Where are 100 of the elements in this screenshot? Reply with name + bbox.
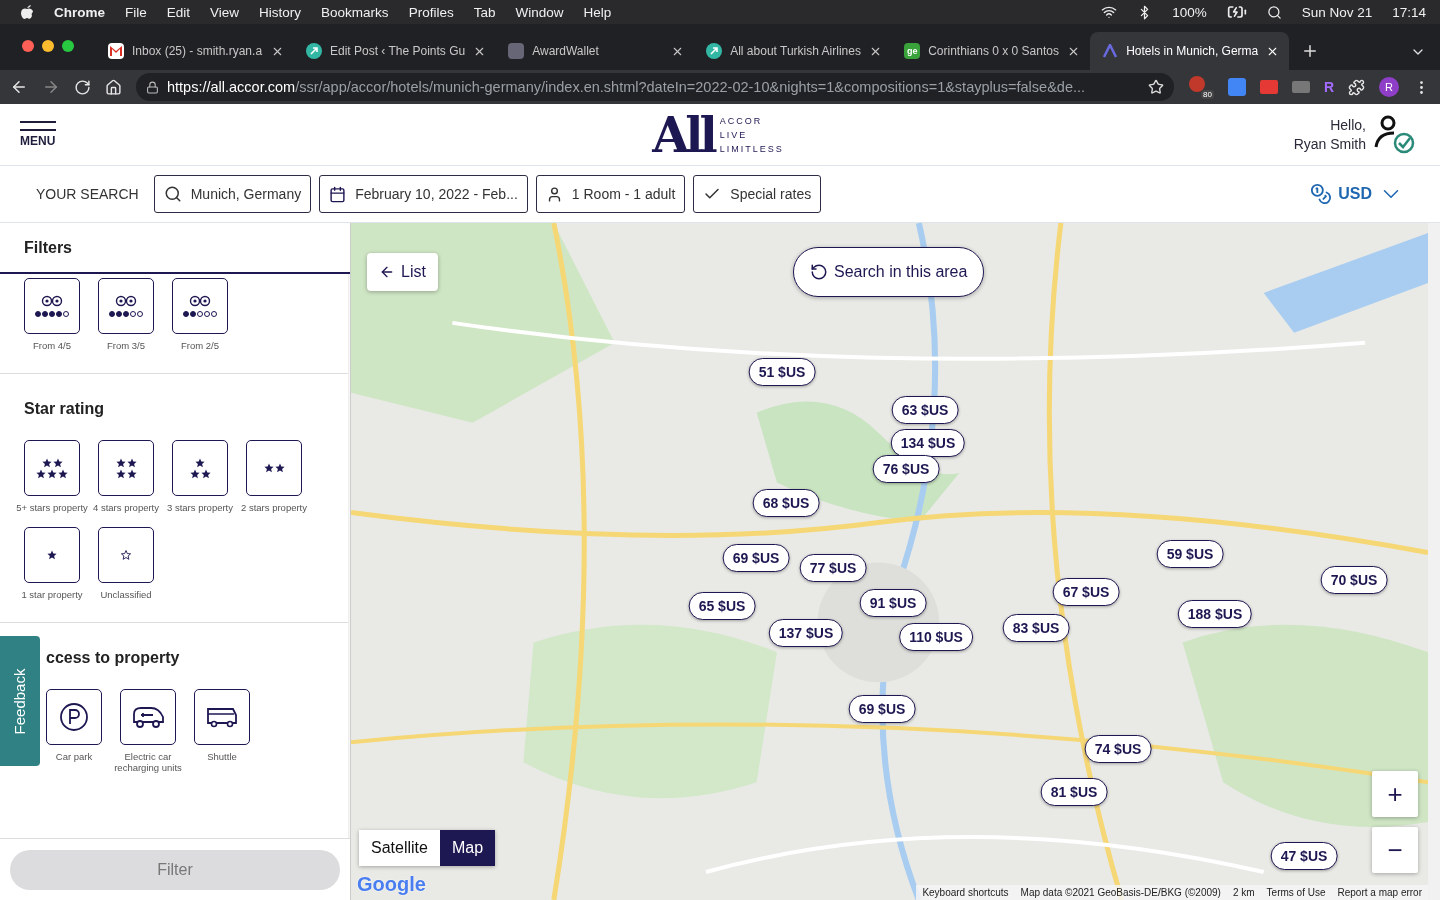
app-menu[interactable]: Chrome — [54, 4, 105, 20]
option-label: 4 stars property — [92, 502, 160, 513]
search-area-button[interactable]: Search in this area — [793, 247, 985, 297]
dates-field[interactable]: February 10, 2022 - Feb... — [319, 175, 528, 213]
bookmark-star-icon[interactable] — [1147, 79, 1164, 95]
back-icon[interactable] — [10, 78, 28, 96]
option-label: Electric car recharging units — [113, 751, 183, 773]
map-link[interactable]: Report a map error — [1337, 887, 1422, 898]
option-label: Shuttle — [206, 751, 238, 762]
star-filter-button[interactable] — [24, 527, 80, 583]
option-label: Car park — [54, 751, 94, 762]
map-type-button[interactable]: Satellite — [359, 830, 440, 866]
option-label: 3 stars property — [166, 502, 234, 513]
price-marker[interactable]: 67 $US — [1052, 578, 1120, 606]
price-marker[interactable]: 137 $US — [768, 619, 844, 647]
price-marker[interactable]: 81 $US — [1040, 778, 1108, 806]
section-title: ccess to property — [46, 649, 181, 667]
price-marker[interactable]: 47 $US — [1270, 842, 1338, 870]
map-type-button[interactable]: Map — [439, 830, 496, 866]
star-filter-button[interactable] — [172, 440, 228, 496]
wifi-icon[interactable] — [1101, 4, 1118, 20]
price-marker[interactable]: 188 $US — [1177, 600, 1253, 628]
option-label: Unclassified — [99, 589, 153, 600]
special-rates-button[interactable]: Special rates — [693, 175, 822, 213]
coins-icon — [1310, 183, 1333, 205]
menu-item[interactable]: View — [210, 4, 240, 20]
greeting-text: Hello, — [1330, 115, 1366, 135]
price-marker[interactable]: 110 $US — [899, 623, 973, 651]
zoom-window-icon[interactable] — [62, 40, 74, 52]
extension-icon[interactable] — [1259, 80, 1278, 94]
apple-icon[interactable] — [20, 4, 34, 20]
map-link[interactable]: Terms of Use — [1266, 887, 1326, 898]
access-filter-button[interactable] — [194, 689, 250, 745]
list-button[interactable]: List — [367, 253, 438, 291]
menu-item[interactable]: History — [259, 4, 302, 20]
zoom-out-button[interactable]: − — [1372, 827, 1418, 873]
star-filter-button[interactable] — [98, 527, 154, 583]
zoom-in-button[interactable]: + — [1372, 771, 1418, 817]
menu-item[interactable]: Window — [515, 4, 564, 20]
review-filter-button[interactable] — [24, 278, 80, 334]
browser-tab[interactable]: Hotels in Munich, Germa — [1090, 32, 1290, 70]
browser-tab[interactable]: Edit Post ‹ The Points Gu — [294, 32, 497, 70]
price-marker[interactable]: 74 $US — [1084, 735, 1152, 763]
map-attribution: 2 km — [1232, 887, 1255, 898]
browser-tab[interactable]: All about Turkish Airlines — [694, 32, 893, 70]
address-bar[interactable]: https://all.accor.com/ssr/app/accor/hotels/munich-germany/index.en.shtml?dateIn=2022-02-10&nights=1&compositions=1&stayplus=false&de... — [136, 73, 1174, 101]
menu-item[interactable]: Profiles — [408, 4, 454, 20]
menu-clock: 17:14 — [1392, 4, 1426, 20]
price-marker[interactable]: 69 $US — [722, 544, 790, 572]
forward-icon[interactable] — [42, 78, 60, 96]
star-filter-button[interactable] — [98, 440, 154, 496]
menu-item[interactable]: Edit — [166, 4, 191, 20]
price-marker[interactable]: 76 $US — [872, 455, 940, 483]
section-title: Star rating — [24, 400, 105, 418]
feedback-tab[interactable]: Feedback — [0, 636, 40, 766]
home-icon[interactable] — [105, 78, 122, 96]
price-marker[interactable]: 65 $US — [688, 592, 756, 620]
wallet-icon — [508, 43, 525, 59]
guests-field[interactable]: 1 Room - 1 adult — [535, 175, 686, 213]
price-marker[interactable]: 68 $US — [752, 489, 820, 517]
search-icon[interactable] — [1266, 4, 1282, 20]
price-marker[interactable]: 63 $US — [891, 396, 959, 424]
price-marker[interactable]: 77 $US — [799, 554, 867, 582]
reload-icon[interactable] — [74, 78, 91, 96]
access-filter-button[interactable] — [46, 689, 102, 745]
close-window-icon[interactable] — [22, 40, 34, 52]
menu-item[interactable]: File — [125, 4, 147, 20]
star-filter-button[interactable] — [246, 440, 302, 496]
star-filter-button[interactable] — [24, 440, 80, 496]
price-marker[interactable]: 91 $US — [859, 589, 927, 617]
price-marker[interactable]: 59 $US — [1156, 540, 1224, 568]
access-filter-button[interactable] — [120, 689, 176, 745]
price-marker[interactable]: 69 $US — [848, 695, 916, 723]
user-name[interactable]: Ryan Smith — [1293, 134, 1366, 154]
price-marker[interactable]: 51 $US — [748, 358, 816, 386]
electric-car-icon — [131, 705, 165, 729]
menu-button[interactable]: MENU — [20, 121, 56, 148]
destination-field[interactable]: Munich, Germany — [153, 175, 312, 213]
option-label: From 4/5 — [32, 340, 72, 351]
user-check-icon[interactable] — [1372, 114, 1416, 155]
browser-tab[interactable]: ge Corinthians 0 x 0 Santos — [892, 32, 1091, 70]
review-filter-button[interactable] — [98, 278, 154, 334]
minimize-window-icon[interactable] — [42, 40, 54, 52]
currency-selector[interactable]: USD — [1304, 180, 1410, 208]
browser-tab[interactable]: Inbox (25) - smith.ryan.a — [96, 32, 294, 70]
extension-icon[interactable] — [1291, 81, 1310, 93]
menu-item[interactable]: Help — [583, 4, 612, 20]
lock-icon — [146, 80, 159, 94]
shuttle-bus-icon — [206, 705, 238, 729]
profile-avatar[interactable]: R — [1379, 77, 1399, 97]
browser-tab[interactable]: AwardWallet — [496, 32, 695, 70]
extension-icon[interactable]: R — [1323, 79, 1334, 95]
menu-item[interactable]: Tab — [473, 4, 496, 20]
price-marker[interactable]: 70 $US — [1320, 566, 1388, 594]
review-filter-button[interactable] — [172, 278, 228, 334]
menu-icon — [20, 121, 56, 131]
map-link[interactable]: Keyboard shortcuts — [922, 887, 1009, 898]
price-marker[interactable]: 83 $US — [1002, 614, 1070, 642]
extensions-icon[interactable] — [1348, 78, 1365, 96]
menu-item[interactable]: Bookmarks — [321, 4, 389, 20]
